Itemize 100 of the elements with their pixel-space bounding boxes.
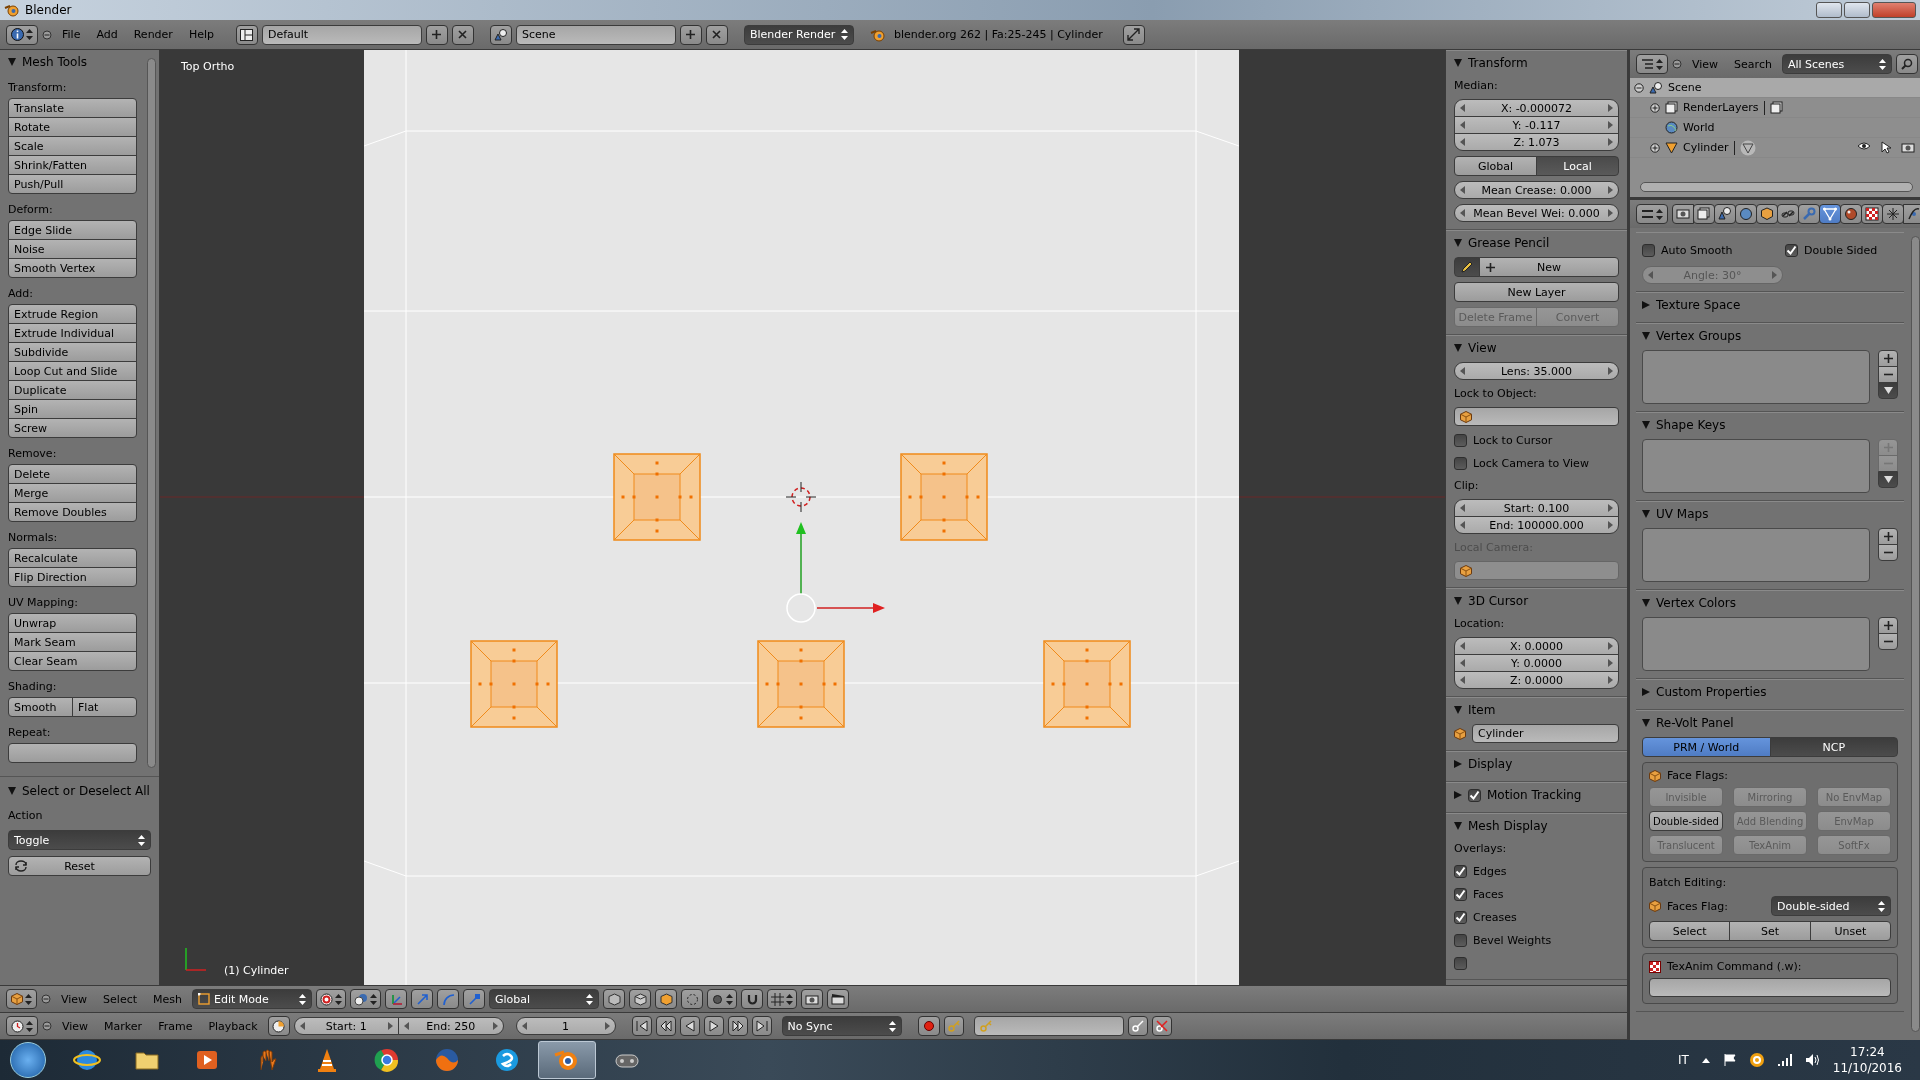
mode-dropdown[interactable]: Edit Mode [192, 989, 312, 1009]
item-name: Scene [1668, 81, 1702, 94]
number-field[interactable]: X: 0.0000 [1454, 637, 1619, 655]
button[interactable]: Unset [1809, 921, 1891, 941]
number-field[interactable]: End: 250 [398, 1017, 504, 1035]
menu-item[interactable]: View [1686, 57, 1725, 71]
menu-item[interactable]: Help [182, 28, 220, 41]
clock[interactable]: 17:24 11/10/2016 [1832, 1045, 1902, 1075]
menu-item[interactable]: View [55, 992, 94, 1006]
number-field[interactable]: Mean Crease: 0.000 [1454, 181, 1619, 199]
panel-title: Grease Pencil [1468, 236, 1550, 250]
panel-title: Transform [1468, 56, 1528, 70]
tool-button[interactable]: Noise [8, 239, 137, 259]
orientation-dropdown[interactable]: Global [489, 989, 599, 1009]
tool-button[interactable]: Smooth Vertex [8, 258, 137, 278]
tool-button[interactable]: Smooth [8, 697, 73, 717]
tool-button[interactable]: Scale [8, 136, 137, 156]
tool-button[interactable]: Delete [8, 464, 137, 484]
field-label: Action [8, 808, 44, 824]
outliner-row[interactable]: Cylinder [1630, 138, 1920, 158]
sync-dropdown[interactable]: No Sync [781, 1016, 902, 1036]
item-name: RenderLayers [1683, 101, 1759, 114]
outliner-row[interactable]: Scene [1630, 78, 1920, 98]
tool-button[interactable]: Flip Direction [8, 567, 137, 587]
tool-button[interactable]: Mark Seam [8, 632, 137, 652]
checkbox-label: Lock to Cursor [1473, 433, 1553, 447]
toggle-button[interactable]: Global [1454, 156, 1537, 176]
outliner-row[interactable]: World [1630, 118, 1920, 138]
language-indicator[interactable]: IT [1677, 1053, 1689, 1067]
tool-button[interactable]: Extrude Individual [8, 323, 137, 343]
group-label: Remove: [8, 446, 58, 462]
tool-button[interactable]: Translate [8, 98, 137, 118]
tool-button[interactable]: Screw [8, 418, 137, 438]
panel-title: Vertex Groups [1656, 329, 1742, 343]
tool-button[interactable]: Push/Pull [8, 174, 137, 194]
field-label: Faces Flag: [1667, 899, 1729, 913]
mode-tab[interactable]: NCP [1769, 737, 1898, 757]
menu-item[interactable]: Frame [152, 1019, 199, 1033]
menu-item[interactable]: File [56, 28, 87, 41]
tool-button[interactable]: Rotate [8, 117, 137, 137]
button[interactable]: Set [1729, 921, 1811, 941]
tool-button[interactable]: Extrude Region [8, 304, 137, 324]
panel-title: Motion Tracking [1487, 788, 1582, 802]
button[interactable]: Select [1649, 921, 1731, 941]
layout-field[interactable]: Default [261, 24, 422, 45]
number-field[interactable]: Lens: 35.000 [1454, 362, 1619, 380]
checkbox-label: Creases [1473, 910, 1517, 924]
tool-button[interactable]: Shrink/Fatten [8, 155, 137, 175]
render-engine-dropdown[interactable]: Blender Render [743, 24, 854, 45]
tool-button[interactable]: Remove Doubles [8, 502, 137, 522]
mode-tab[interactable]: PRM / World [1642, 737, 1771, 757]
menu-item[interactable]: Render [127, 28, 179, 41]
tool-button[interactable]: Recalculate [8, 548, 137, 568]
outliner-row[interactable]: RenderLayers [1630, 98, 1920, 118]
menu-item[interactable]: View [56, 1019, 95, 1033]
group-label: Deform: [8, 202, 54, 218]
toggle-button[interactable]: Local [1536, 156, 1619, 176]
section-label: TexAnim Command (.w): [1667, 960, 1802, 973]
menu-item[interactable]: Select [97, 992, 144, 1006]
menu-item[interactable]: Marker [98, 1019, 149, 1033]
number-field[interactable]: Y: 0.0000 [1454, 654, 1619, 672]
tool-button[interactable]: Edge Slide [8, 220, 137, 240]
flag-button[interactable]: Double-sided [1649, 811, 1723, 831]
number-field[interactable]: Mean Bevel Wei: 0.000 [1454, 204, 1619, 222]
dropdown[interactable]: Double-sided [1771, 896, 1891, 916]
tool-button[interactable]: Flat [72, 697, 137, 717]
tool-button[interactable]: Unwrap [8, 613, 137, 633]
tool-button[interactable]: Subdivide [8, 342, 137, 362]
number-field[interactable]: 1 [515, 1017, 616, 1035]
checkbox-label: Faces [1473, 887, 1504, 901]
menu-item[interactable]: Playback [202, 1019, 264, 1033]
scene-field[interactable]: Scene [515, 24, 676, 45]
number-field[interactable]: End: 100000.000 [1454, 516, 1619, 534]
name-field[interactable]: Cylinder [1472, 724, 1619, 743]
number-field[interactable]: X: -0.000072 [1454, 99, 1619, 117]
menu-item[interactable]: Add [90, 28, 124, 41]
menu-item[interactable]: Mesh [147, 992, 188, 1006]
checkbox-label: Auto Smooth [1661, 243, 1733, 257]
display-mode-dropdown[interactable]: All Scenes [1781, 54, 1892, 74]
tool-button[interactable]: Clear Seam [8, 651, 137, 671]
number-field[interactable]: Z: 1.073 [1454, 133, 1619, 151]
number-field[interactable]: Start: 0.100 [1454, 499, 1619, 517]
panel-title: Mesh Display [1468, 819, 1548, 833]
number-field[interactable]: Start: 1 [293, 1017, 399, 1035]
menu-item[interactable]: Search [1728, 57, 1778, 71]
number-field[interactable]: Y: -0.117 [1454, 116, 1619, 134]
button[interactable]: New Layer [1454, 282, 1619, 302]
tool-button[interactable]: Spin [8, 399, 137, 419]
view-name: Top Ortho [181, 60, 235, 73]
group-label: Repeat: [8, 725, 52, 741]
reset-button[interactable]: Reset [8, 856, 151, 876]
item-name: Cylinder [1683, 141, 1729, 154]
number-field[interactable]: Z: 0.0000 [1454, 671, 1619, 689]
panel-title: UV Maps [1656, 507, 1709, 521]
tool-button[interactable]: Loop Cut and Slide [8, 361, 137, 381]
tool-button[interactable]: Duplicate [8, 380, 137, 400]
tool-button[interactable]: Merge [8, 483, 137, 503]
action-dropdown[interactable]: Toggle [8, 830, 151, 850]
panel-title: Item [1468, 703, 1496, 717]
new-button[interactable]: New [1479, 257, 1619, 277]
